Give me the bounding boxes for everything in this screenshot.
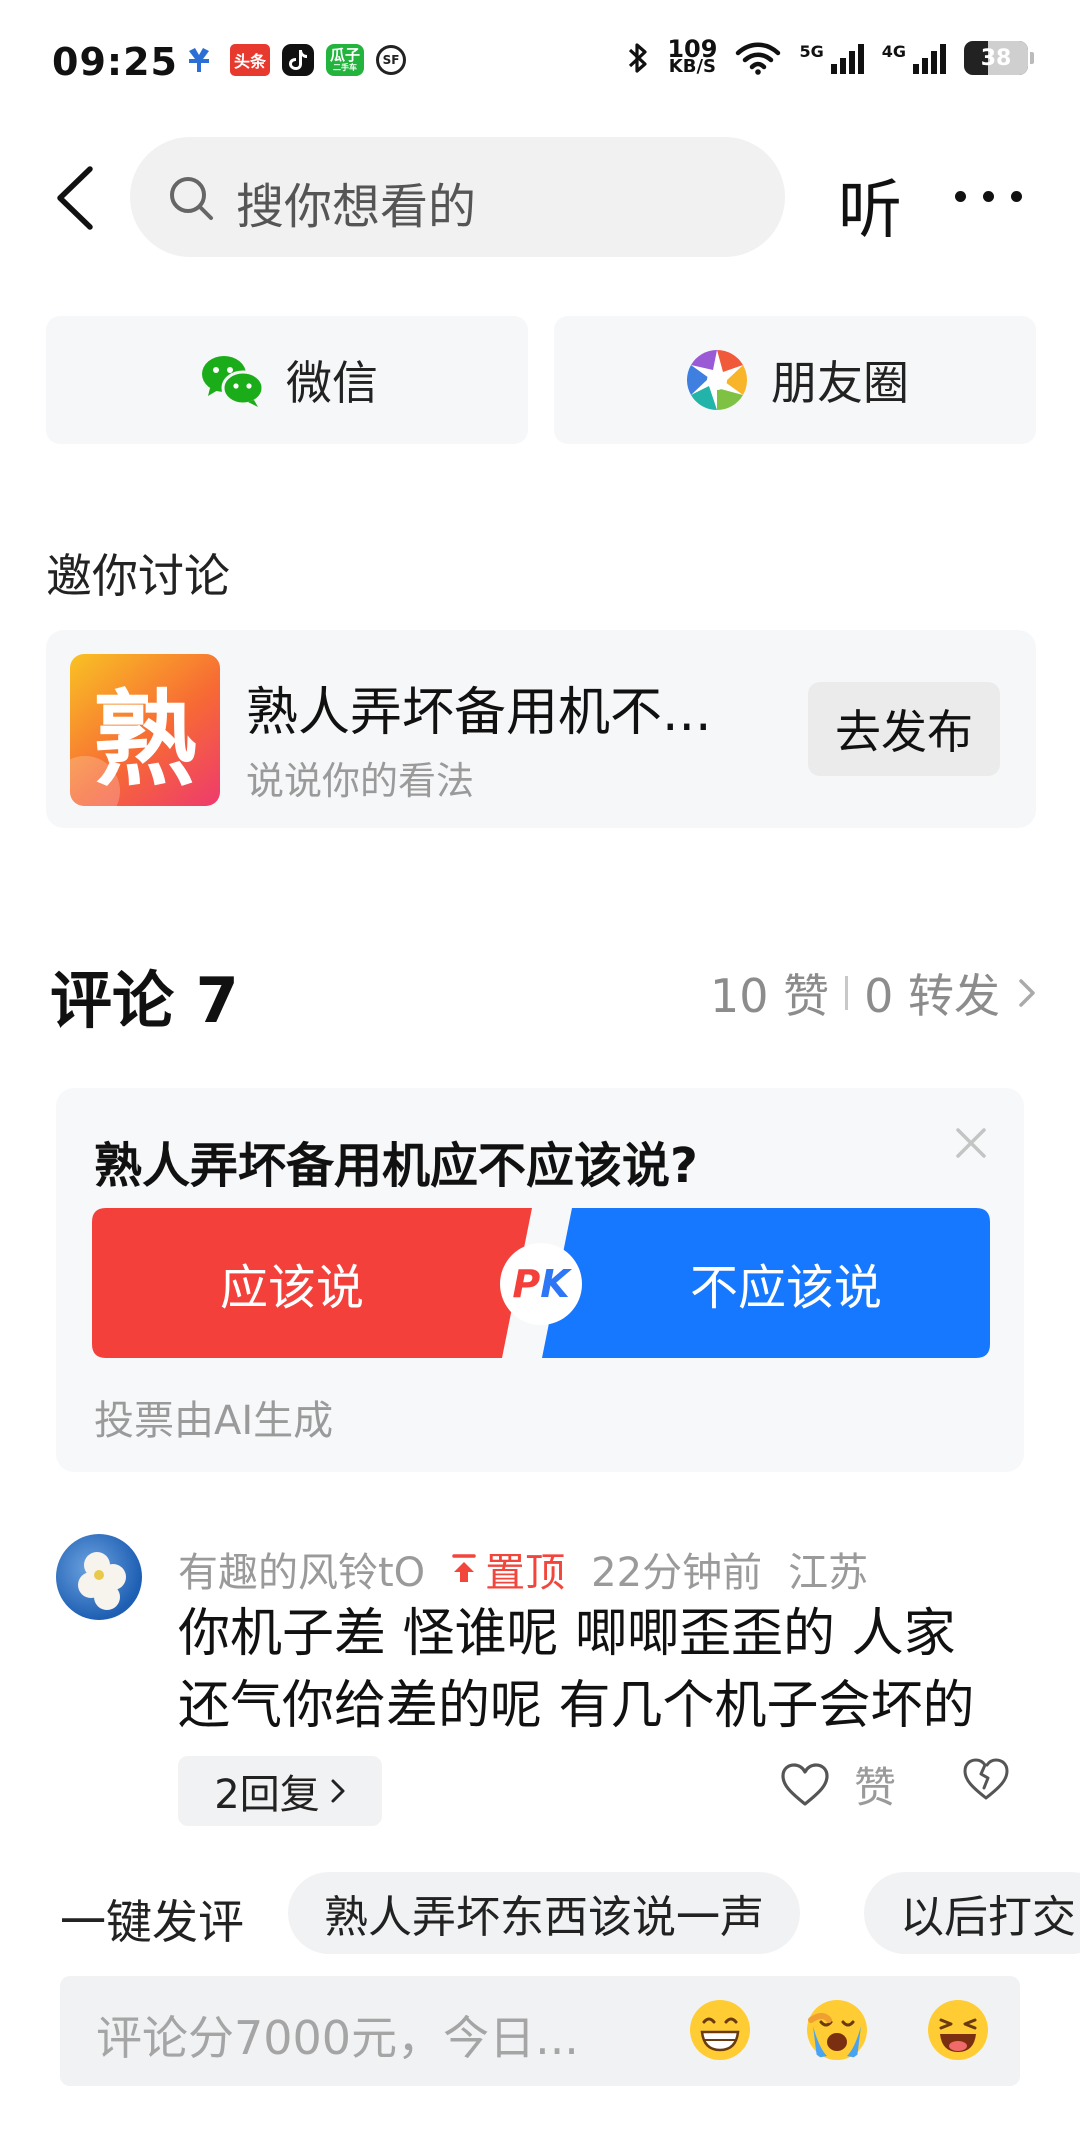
poll-yes-label: 应该说 [219,1260,364,1316]
replies-label: 2回复 [214,1772,320,1818]
heart-icon [781,1762,829,1806]
back-icon[interactable] [52,165,96,231]
share-moments-label: 朋友圈 [771,356,909,410]
poll-option-no[interactable]: 不应该说 [542,1208,990,1358]
comment-meta: 有趣的风铃tO 置顶 22分钟前 江苏 [178,1540,868,1598]
wifi-icon [736,42,781,75]
pinned-badge: 置顶 [451,1540,565,1598]
topic-thumb-char: 熟 [92,678,197,801]
signal-4g: 4G [882,42,946,74]
comments-title: 评论 7 [50,964,239,1037]
comments-stats[interactable]: 10 赞 0 转发 [710,960,1038,1026]
comment-input[interactable]: 评论分7000元，今日... [60,1976,1020,2086]
pk-k: K [540,1262,570,1306]
share-moments-button[interactable]: 朋友圈 [554,316,1036,444]
comment-time: 22分钟前 [591,1550,763,1596]
comment-text: 你机子差 怪谁呢 唧唧歪歪的 人家 还气你给差的呢 有几个机子会坏的 [178,1598,1028,1742]
signal-5g: 5G [799,42,864,74]
signal-bars-icon [830,42,864,74]
pk-p: P [512,1262,541,1306]
bank-icon [180,44,218,76]
quick-comment-chip[interactable]: 以后打交 [864,1872,1080,1954]
comment-username[interactable]: 有趣的风铃tO [178,1540,425,1598]
comment-location: 江苏 [788,1550,869,1596]
grin-emoji[interactable] [688,1998,752,2062]
sf-icon: SF [376,45,407,75]
publish-button[interactable]: 去发布 [808,682,1000,776]
pinned-label: 置顶 [485,1550,566,1596]
tiktok-icon [282,44,315,76]
chevron-right-icon [331,1779,345,1803]
net-speed: 109 KB/S [667,37,717,77]
invite-title: 邀你讨论 [46,549,230,603]
search-bar[interactable]: 搜你想看的 [130,137,785,257]
poll-no-label: 不应该说 [689,1260,882,1316]
listen-button[interactable]: 听 [838,159,902,251]
like-label: 赞 [854,1763,897,1812]
share-row: 微信 朋友圈 [46,316,1036,444]
guazi-label-1: 瓜子 [330,46,361,64]
battery-level: 38 [980,45,1012,71]
replies-button[interactable]: 2回复 [178,1756,382,1826]
reposts-count: 0 转发 [864,969,1000,1023]
pk-badge: PK [500,1243,582,1325]
poll-question: 熟人弄坏备用机应不应该说? [94,1138,698,1194]
wechat-icon [202,356,265,407]
quick-comment-label: 一键发评 [60,1895,244,1949]
guazi-icon: 瓜子 二手车 [326,44,365,76]
topic-subtitle: 说说你的看法 [246,759,475,803]
guazi-label-2: 二手车 [333,63,358,72]
comment-input-placeholder: 评论分7000元，今日... [96,2011,579,2065]
net-speed-unit: KB/S [668,56,717,77]
topic-title: 熟人弄坏备用机不... [246,683,712,743]
comment-item: 有趣的风铃tO 置顶 22分钟前 江苏 你机子差 怪谁呢 唧唧歪歪的 人家 还气… [0,1520,1080,1850]
poll-footer: 投票由AI生成 [94,1398,334,1444]
quick-comment-chip[interactable]: 熟人弄坏东西该说一声 [288,1872,800,1954]
laugh-emoji[interactable] [926,1998,990,2062]
likes-count: 10 赞 [709,969,830,1023]
close-icon[interactable] [954,1126,988,1160]
bluetooth-icon [629,43,647,73]
search-icon [170,177,213,220]
invite-topic-card[interactable]: 熟 熟人弄坏备用机不... 说说你的看法 去发布 [46,630,1036,828]
moments-icon [686,350,748,410]
cry-emoji[interactable] [805,1998,869,2062]
signal-bars-icon [913,42,946,74]
poll-option-yes[interactable]: 应该说 [92,1208,532,1358]
pin-icon [452,1554,476,1582]
comment-text-line: 还气你给差的呢 有几个机子会坏的 [178,1676,975,1736]
topic-thumbnail: 熟 [70,654,220,806]
search-placeholder: 搜你想看的 [236,179,477,235]
chevron-right-icon [1019,979,1035,1007]
toutiao-icon: 头条 [230,44,271,76]
broken-heart-icon[interactable] [962,1756,1010,1802]
stats-divider [845,976,849,1010]
comment-text-line: 你机子差 怪谁呢 唧唧歪歪的 人家 [178,1604,956,1664]
avatar[interactable] [56,1534,142,1620]
quick-comment-row: 一键发评 熟人弄坏东西该说一声 以后打交 [0,1868,1080,1958]
more-icon[interactable] [955,191,1022,202]
status-right: 109 KB/S 5G 4G 38 [627,37,1034,77]
net-type-2: 4G [881,42,906,61]
status-time: 09:25 [52,40,178,84]
like-button[interactable]: 赞 [780,1754,896,1815]
share-wechat-label: 微信 [286,356,378,410]
poll-card: 熟人弄坏备用机应不应该说? 应该说 不应该说 PK 投票由AI生成 [56,1088,1024,1472]
net-type-1: 5G [799,42,824,61]
status-bar: 09:25 头条 瓜子 二手车 SF 109 KB/S 5G 4G 38 [0,0,1080,130]
battery-icon: 38 [964,41,1034,75]
share-wechat-button[interactable]: 微信 [46,316,528,444]
notification-icons: 头条 瓜子 二手车 SF [180,44,407,76]
top-bar: 搜你想看的 听 [0,135,1080,260]
